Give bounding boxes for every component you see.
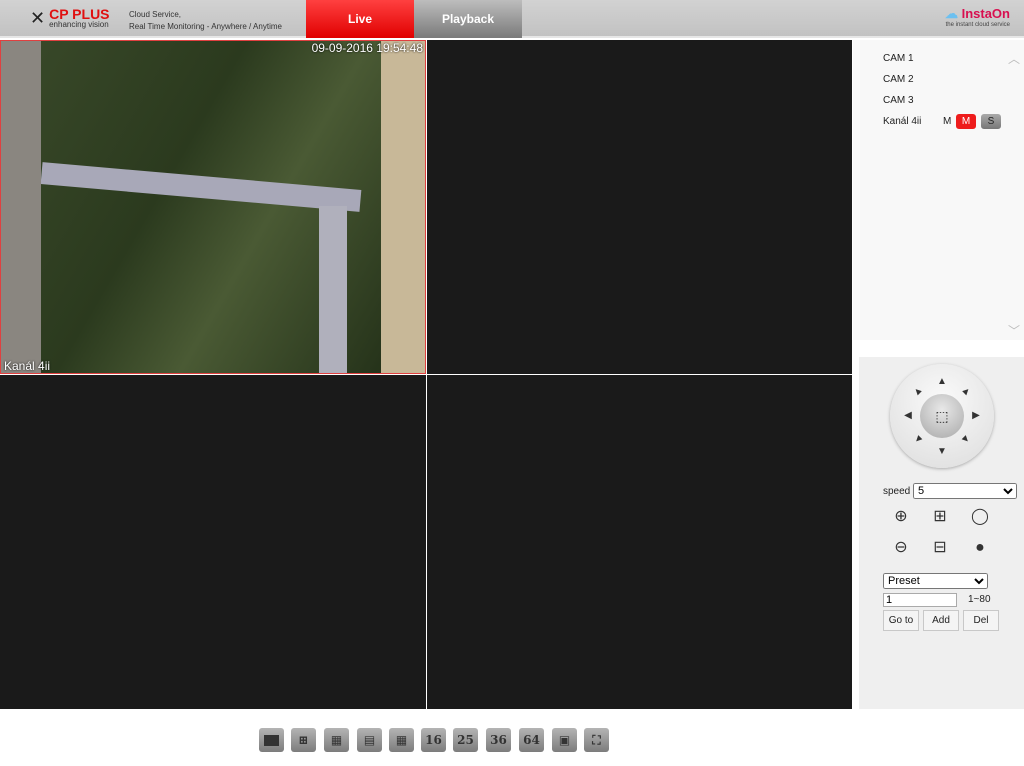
layout-9-button[interactable]: ▦: [389, 728, 414, 752]
layout-16-button[interactable]: 16: [421, 728, 446, 752]
preset-select[interactable]: Preset: [883, 573, 988, 589]
layout-1-icon: [264, 734, 279, 746]
fit-window-icon: ▣: [558, 733, 571, 747]
camera-item[interactable]: CAM 2: [883, 74, 914, 85]
layout-toolbar: ⊞ ▦ ▤ ▦ 16 25 36 64 ▣ ⛶: [0, 709, 1024, 766]
header: ✕ CP PLUS enhancing vision Cloud Service,…: [0, 0, 1024, 38]
arrow-up-icon[interactable]: ▲: [936, 376, 948, 387]
slogan-line1: Cloud Service,: [129, 10, 182, 19]
layout-8-button[interactable]: ▤: [357, 728, 382, 752]
preset-range: 1~80: [968, 594, 991, 605]
video-tile-3[interactable]: [0, 375, 426, 709]
layout-36-button[interactable]: 36: [486, 728, 511, 752]
ptz-direction-pad: ▲ ▼ ◀ ▶ ▲ ▲ ▼ ▼ ⬚: [890, 364, 994, 468]
arrow-down-icon[interactable]: ▼: [936, 446, 948, 457]
add-button[interactable]: Add: [923, 610, 959, 631]
preset-number-input[interactable]: [883, 593, 957, 607]
del-button[interactable]: Del: [963, 610, 999, 631]
camera-item[interactable]: CAM 1: [883, 53, 914, 64]
arrow-right-icon[interactable]: ▶: [970, 410, 982, 421]
camera-frame-post: [319, 206, 347, 373]
camera-frame-wall: [381, 41, 425, 373]
logo-mark-icon: ✕: [30, 8, 46, 28]
camera-item[interactable]: CAM 3: [883, 95, 914, 106]
arrow-up-right-icon[interactable]: ▲: [958, 383, 974, 399]
slogan-line2: Real Time Monitoring - Anywhere / Anytim…: [129, 22, 282, 31]
zoom-area-icon: ⬚: [935, 407, 949, 424]
iris-close-icon[interactable]: ●: [970, 538, 990, 558]
focus-far-icon[interactable]: ⊟: [930, 538, 950, 558]
stream-label: M: [943, 116, 952, 127]
slogan: Cloud Service, Real Time Monitoring - Any…: [129, 9, 282, 33]
video-grid: 09-09-2016 19:54:48 Kanál 4ii: [0, 40, 852, 709]
speed-label: speed: [883, 486, 911, 497]
instaon-logo: ☁ InstaOn the instant cloud service: [945, 6, 1010, 28]
partner-tagline: the instant cloud service: [945, 22, 1010, 28]
layout-6-icon: ▦: [330, 733, 343, 747]
zoom-area-button[interactable]: ⬚: [920, 394, 964, 438]
cloud-icon: ☁: [944, 6, 958, 21]
fullscreen-icon: ⛶: [592, 732, 601, 747]
layout-9-icon: ▦: [395, 733, 408, 747]
arrow-up-left-icon[interactable]: ▲: [910, 383, 926, 399]
partner-name: InstaOn: [961, 6, 1010, 21]
arrow-left-icon[interactable]: ◀: [902, 410, 914, 421]
video-tile-1[interactable]: 09-09-2016 19:54:48 Kanál 4ii: [0, 40, 426, 374]
video-tile-4[interactable]: [427, 375, 852, 709]
focus-near-icon[interactable]: ⊞: [930, 507, 950, 527]
cpplus-logo: ✕ CP PLUS enhancing vision: [30, 7, 110, 29]
camera-frame-left: [1, 41, 41, 373]
layout-8-icon: ▤: [363, 733, 376, 747]
camera-list: CAM 1 CAM 2 CAM 3 Kanál 4ii M M S ︿ ﹀: [853, 40, 1024, 340]
brand-tagline: enhancing vision: [49, 20, 109, 29]
timestamp: 09-09-2016 19:54:48: [311, 41, 423, 55]
layout-25-button[interactable]: 25: [453, 728, 478, 752]
channel-name: Kanál 4ii: [4, 359, 51, 373]
zoom-out-icon[interactable]: ⊖: [891, 538, 911, 558]
arrow-down-right-icon[interactable]: ▼: [958, 431, 974, 447]
goto-button[interactable]: Go to: [883, 610, 919, 631]
main-stream-button[interactable]: M: [956, 114, 976, 129]
camera-frame-pole: [40, 162, 362, 212]
tab-playback[interactable]: Playback: [414, 0, 522, 38]
scroll-up-icon[interactable]: ︿: [1008, 50, 1020, 67]
camera-item[interactable]: Kanál 4ii: [883, 116, 921, 127]
fit-window-button[interactable]: ▣: [552, 728, 577, 752]
scroll-down-icon[interactable]: ﹀: [1008, 322, 1020, 339]
tab-live[interactable]: Live: [306, 0, 414, 38]
fullscreen-button[interactable]: ⛶: [584, 728, 609, 752]
zoom-in-icon[interactable]: ⊕: [891, 507, 911, 527]
iris-open-icon[interactable]: ◯: [970, 507, 990, 527]
arrow-down-left-icon[interactable]: ▼: [910, 431, 926, 447]
layout-4-icon: ⊞: [298, 733, 309, 747]
video-tile-2[interactable]: [427, 40, 852, 374]
layout-1-button[interactable]: [259, 728, 284, 752]
sub-stream-button[interactable]: S: [981, 114, 1001, 129]
speed-select[interactable]: 5: [913, 483, 1017, 499]
layout-64-button[interactable]: 64: [519, 728, 544, 752]
layout-4-button[interactable]: ⊞: [291, 728, 316, 752]
ptz-panel: ▲ ▼ ◀ ▶ ▲ ▲ ▼ ▼ ⬚ speed 5 ⊕ ⊞ ◯ ⊖ ⊟ ● Pr…: [859, 357, 1024, 709]
layout-6-button[interactable]: ▦: [324, 728, 349, 752]
